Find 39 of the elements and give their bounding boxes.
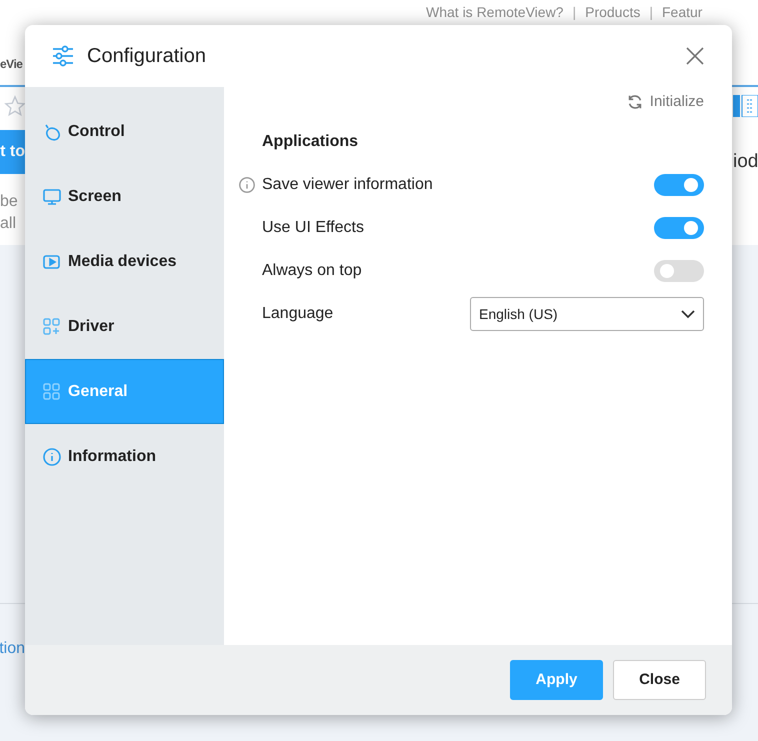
sidebar-item[interactable]: Control (25, 99, 224, 164)
banner-button[interactable]: t to (0, 130, 25, 174)
star-icon[interactable] (4, 95, 26, 117)
description-text: be (0, 192, 18, 212)
initialize-button[interactable]: Initialize (626, 91, 704, 114)
dialog-title: Configuration (87, 44, 206, 69)
chevron-down-icon (681, 310, 695, 318)
nav-link[interactable]: What is RemoteView? (426, 4, 564, 20)
monitor-icon (42, 186, 62, 206)
description-text: all (0, 214, 16, 234)
close-icon[interactable] (684, 45, 706, 67)
close-button[interactable]: Close (613, 660, 706, 700)
setting-label: Language (262, 304, 334, 324)
nav-link[interactable]: Products (585, 4, 640, 20)
sidebar-item[interactable]: Media devices (25, 229, 224, 294)
separator: | (649, 4, 653, 20)
apply-button[interactable]: Apply (510, 660, 603, 700)
toggle-switch[interactable] (654, 260, 704, 282)
setting-label: Always on top (262, 261, 362, 281)
grid-icon (42, 382, 62, 402)
language-dropdown[interactable]: English (US) (470, 297, 704, 331)
page-title: eVie (0, 56, 22, 73)
info-icon (42, 446, 62, 466)
sidebar-item[interactable]: Driver (25, 294, 224, 359)
setting-label: Use UI Effects (262, 218, 364, 238)
sidebar-item[interactable]: Screen (25, 164, 224, 229)
info-icon[interactable] (238, 176, 256, 194)
setting-label: Save viewer information (262, 175, 433, 195)
sidebar-item[interactable]: Information (25, 424, 224, 489)
add-grid-icon (42, 316, 62, 336)
sidebar-item[interactable]: General (25, 359, 224, 424)
nav-link[interactable]: Featur (662, 4, 702, 20)
heading-text: iod (733, 150, 758, 174)
separator: | (572, 4, 576, 20)
toggle-switch[interactable] (654, 217, 704, 239)
view-toggle-icon[interactable] (733, 95, 758, 117)
toggle-switch[interactable] (654, 174, 704, 196)
section-heading: Applications (262, 132, 360, 152)
settings-icon (51, 44, 75, 68)
